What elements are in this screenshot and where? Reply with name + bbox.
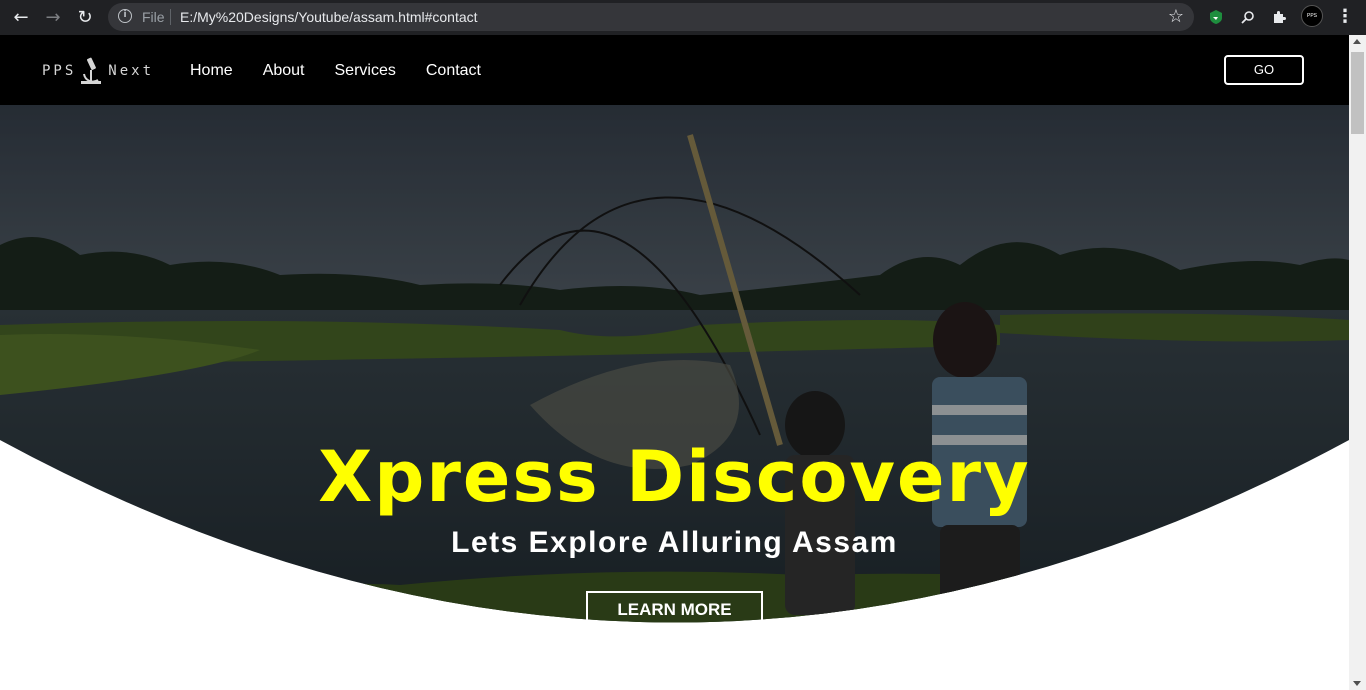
reload-icon[interactable]: ↻: [73, 5, 97, 29]
forward-icon[interactable]: →: [41, 5, 65, 29]
url-text[interactable]: E:/My%20Designs/Youtube/assam.html#conta…: [180, 9, 478, 25]
microscope-icon: [81, 57, 102, 84]
scroll-thumb[interactable]: [1351, 52, 1364, 134]
scroll-down-arrow-icon[interactable]: [1353, 681, 1361, 686]
logo-text-left: PPS: [42, 63, 77, 79]
hero-section: Xpress Discovery Lets Explore Alluring A…: [0, 105, 1349, 690]
main-menu: Home About Services Contact: [190, 62, 511, 80]
browser-toolbar: ← → ↻ i File E:/My%20Designs/Youtube/ass…: [0, 0, 1366, 35]
bookmark-star-icon[interactable]: ☆: [1168, 6, 1184, 27]
site-navbar: PPS Next Home About Services Contact GO: [0, 35, 1349, 105]
learn-more-button[interactable]: LEARN MORE: [586, 591, 763, 628]
extensions-puzzle-icon[interactable]: [1268, 6, 1290, 28]
scroll-up-arrow-icon[interactable]: [1353, 39, 1361, 44]
web-page: PPS Next Home About Services Contact GO: [0, 35, 1349, 690]
extension-search-icon[interactable]: [1237, 6, 1259, 28]
hero-subtitle: Lets Explore Alluring Assam: [451, 526, 898, 559]
hero-title: Xpress Discovery: [318, 436, 1031, 518]
extension-shield-icon[interactable]: [1205, 6, 1227, 28]
nav-link-about[interactable]: About: [263, 62, 305, 80]
go-button[interactable]: GO: [1224, 55, 1304, 85]
nav-link-services[interactable]: Services: [335, 62, 396, 80]
site-logo[interactable]: PPS Next: [42, 55, 154, 87]
info-icon[interactable]: i: [118, 9, 132, 23]
nav-link-home[interactable]: Home: [190, 62, 233, 80]
address-divider: [170, 9, 171, 25]
logo-text-right: Next: [108, 63, 155, 79]
browser-menu-icon[interactable]: ⋮: [1336, 6, 1354, 27]
page-scrollbar[interactable]: [1349, 35, 1366, 690]
file-label: File: [142, 9, 165, 25]
nav-link-contact[interactable]: Contact: [426, 62, 481, 80]
back-icon[interactable]: ←: [9, 5, 33, 29]
address-bar[interactable]: i File E:/My%20Designs/Youtube/assam.htm…: [108, 3, 1194, 31]
profile-avatar[interactable]: PPS: [1301, 5, 1323, 27]
